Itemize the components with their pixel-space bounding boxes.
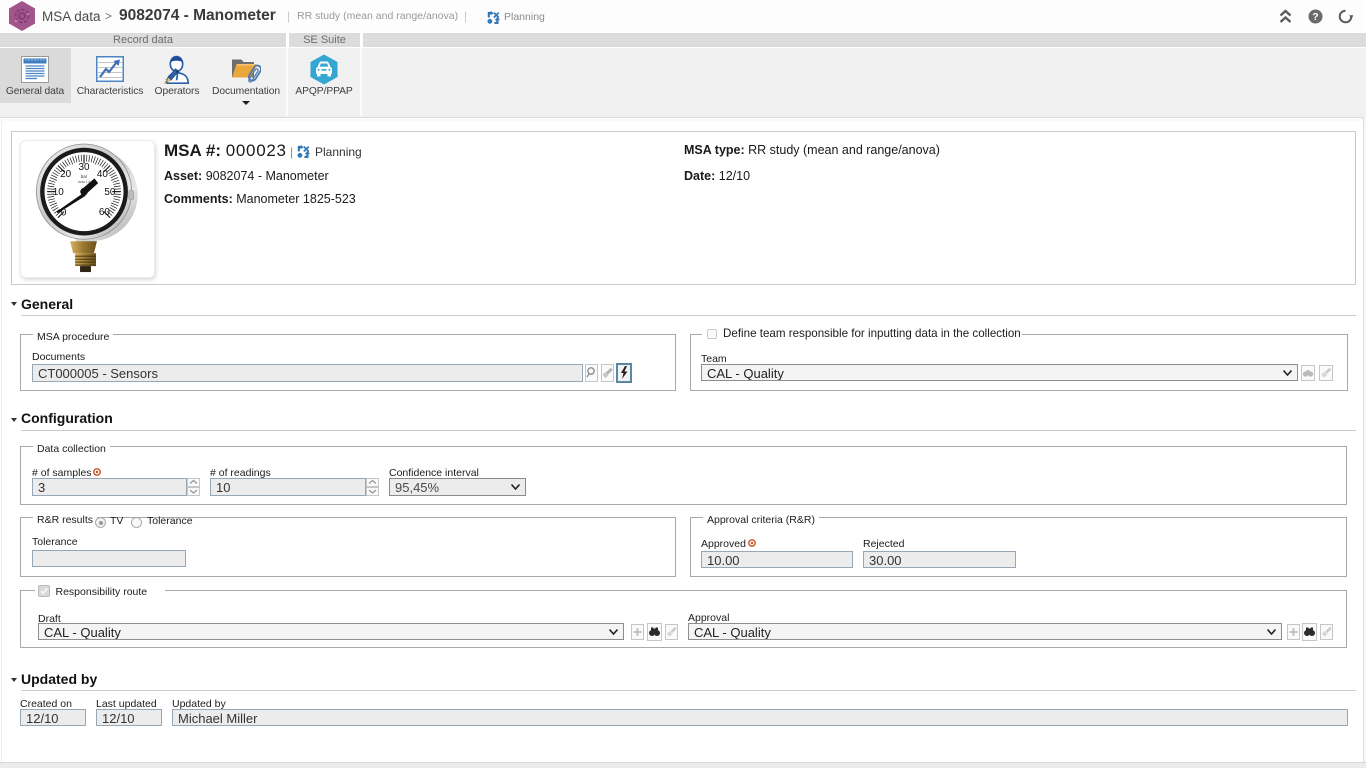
svg-text:?: ? xyxy=(1312,11,1318,23)
svg-text:60: 60 xyxy=(99,207,111,218)
svg-text:50: 50 xyxy=(104,187,116,198)
svg-text:10: 10 xyxy=(53,187,65,198)
svg-text:bar: bar xyxy=(81,174,88,179)
svg-text:30: 30 xyxy=(79,162,91,173)
svg-text:20: 20 xyxy=(60,169,72,180)
svg-text:40: 40 xyxy=(97,169,109,180)
